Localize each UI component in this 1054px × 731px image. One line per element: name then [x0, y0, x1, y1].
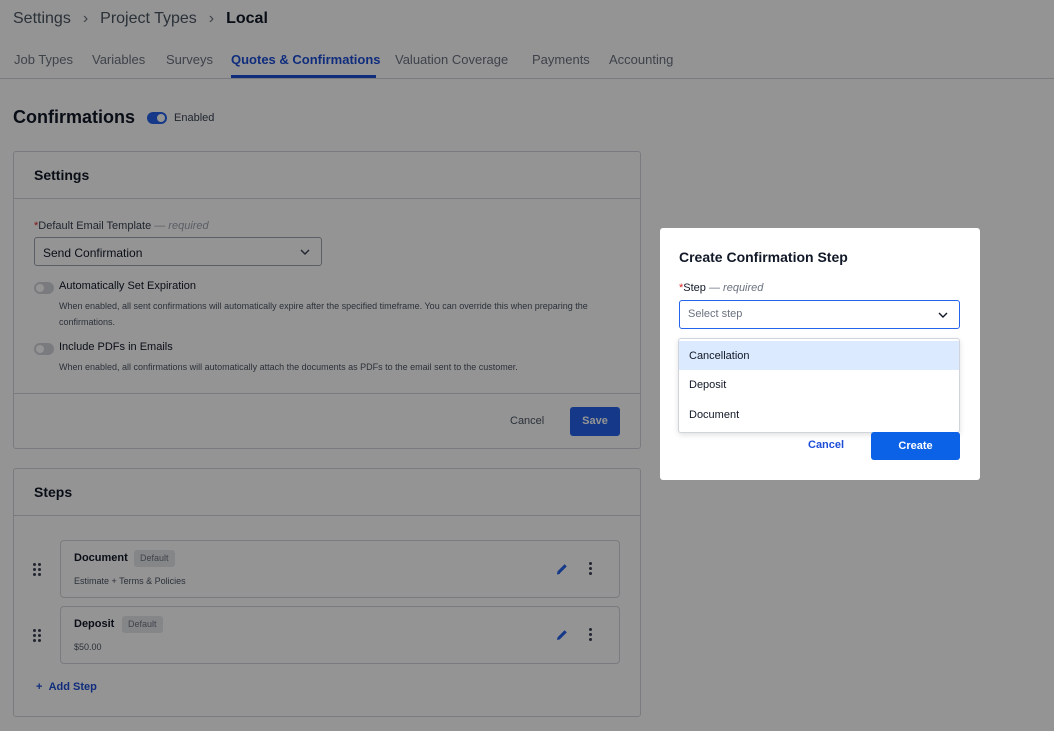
step-select[interactable]: Select step — [679, 300, 960, 329]
step-label-text: Step — [683, 282, 706, 294]
step-dropdown-menu: Cancellation Deposit Document — [678, 338, 960, 433]
page: Settings › Project Types › Local Job Typ… — [0, 0, 1054, 731]
dropdown-option-deposit[interactable]: Deposit — [679, 370, 959, 399]
step-select-placeholder: Select step — [688, 308, 743, 320]
chevron-down-icon — [938, 312, 948, 318]
create-button[interactable]: Create — [871, 432, 960, 460]
modal-cancel-button[interactable]: Cancel — [808, 439, 844, 451]
dropdown-option-cancellation[interactable]: Cancellation — [679, 341, 959, 370]
required-hint: — required — [708, 282, 764, 294]
step-field-label: *Step — required — [679, 282, 763, 294]
modal-title: Create Confirmation Step — [679, 249, 848, 265]
dropdown-option-document[interactable]: Document — [679, 400, 959, 429]
create-step-modal: Create Confirmation Step *Step — require… — [660, 228, 980, 480]
